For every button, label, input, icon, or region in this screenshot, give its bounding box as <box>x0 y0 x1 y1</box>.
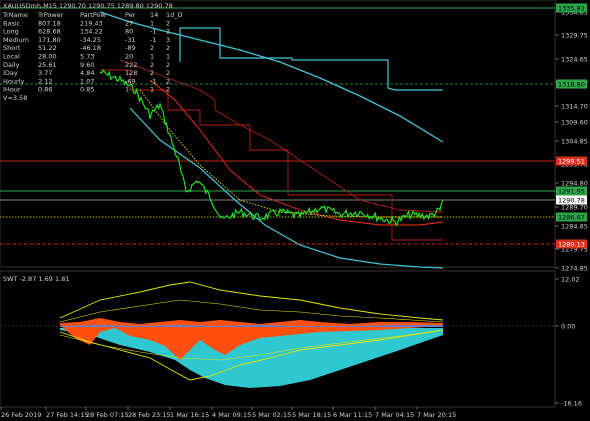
table-cell: 1 <box>150 53 154 61</box>
table-cell: 25.61 <box>38 61 57 69</box>
table-cell: 5.73 <box>80 53 94 61</box>
table-cell: 2 <box>150 69 154 77</box>
table-cell: Short <box>3 44 21 52</box>
table-cell: 1.07 <box>80 77 94 85</box>
table-cell: 28.00 <box>38 53 57 61</box>
table-cell: 2 <box>166 44 170 52</box>
time-tick-label: 26 Feb 2019 <box>1 411 41 419</box>
price-label: 1335.82 <box>558 4 585 12</box>
table-cell: IHour <box>3 86 21 94</box>
table-cell: 4.84 <box>80 69 94 77</box>
time-tick-label: 1 Mar 16:15 <box>170 411 209 419</box>
table-cell: Hourly <box>3 77 24 85</box>
table-cell: Local <box>3 53 20 61</box>
table-cell: 628.68 <box>38 28 61 36</box>
table-cell: 2 <box>166 19 170 27</box>
symbol-header: XAUUSDmh,M15 1290.70 1290.75 1289.80 129… <box>3 2 173 10</box>
table-cell: IDay <box>3 69 18 77</box>
table-cell: 51.22 <box>38 44 57 52</box>
table-cell: 3.77 <box>38 69 52 77</box>
table-cell: 2 <box>166 86 170 94</box>
price-tick-label: 1309.60 <box>561 118 588 126</box>
table-cell: 27 <box>125 19 133 27</box>
table-cell: 20 <box>125 53 133 61</box>
table-cell: 2 <box>150 44 154 52</box>
table-cell: 1 <box>166 53 170 61</box>
time-tick-label: 4 Mar 09:15 <box>212 411 251 419</box>
table-cell: 2 <box>166 61 170 69</box>
price-label: 1286.67 <box>558 213 585 221</box>
time-tick-label: 5 Mar 18:15 <box>292 411 331 419</box>
table-cell: 2 <box>166 69 170 77</box>
table-cell: Long <box>3 28 19 36</box>
price-chart-panel[interactable]: XAUUSDmh,M15 1290.70 1290.75 1289.80 129… <box>0 0 556 269</box>
time-tick-label: 28 Feb 23:15 <box>128 411 171 419</box>
table-cell: 219.43 <box>80 19 103 27</box>
indicator-label: SWT -2.87 1.69 1.81 <box>3 275 70 283</box>
indicator-panel[interactable]: SWT -2.87 1.69 1.81 <box>0 270 556 408</box>
price-tick-label: 1284.85 <box>561 222 588 230</box>
table-header-5: 1d_D <box>166 11 183 19</box>
price-label: 1318.80 <box>558 80 585 88</box>
table-cell: -1 <box>150 28 156 36</box>
table-cell: 128 <box>125 69 137 77</box>
price-tick-label: 1329.75 <box>561 31 588 39</box>
table-header-0: TrName <box>2 11 28 19</box>
price-tick-label: 1314.70 <box>561 102 588 110</box>
table-header-2: PartPow <box>80 11 106 19</box>
table-header-1: TrPower <box>37 11 64 19</box>
table-cell: -1 <box>150 77 156 85</box>
time-axis: 26 Feb 2019 27 Feb 14:1528 Feb 07:15 28 Fe… <box>0 407 456 419</box>
time-tick-label: 6 Mar 11:15 <box>333 411 372 419</box>
table-cell: 1 <box>125 86 129 94</box>
table-cell: -89 <box>125 44 136 52</box>
table-cell: 1 <box>150 86 154 94</box>
table-header-4: 14 <box>150 11 158 19</box>
table-footer: V=3.58 <box>3 94 27 102</box>
table-cell: 2 <box>166 28 170 36</box>
indicator-tick-label: 12.02 <box>561 275 580 283</box>
price-tick-label: 1274.85 <box>561 264 588 272</box>
price-tick-label: 1304.85 <box>561 137 588 145</box>
table-cell: 171.80 <box>38 36 61 44</box>
table-cell: 222 <box>125 61 137 69</box>
time-tick-label: 27 Feb 14:15 <box>46 411 89 419</box>
table-header-3: Per <box>125 11 136 19</box>
table-cell: -34.25 <box>80 36 101 44</box>
table-cell: 0.86 <box>38 86 52 94</box>
table-cell: -1 <box>150 36 156 44</box>
table-cell: -31 <box>125 36 136 44</box>
price-label: 1291.95 <box>558 187 585 195</box>
price-label: 1299.51 <box>558 157 585 165</box>
chart-window[interactable]: XAUUSDmh,M15 1290.70 1290.75 1289.80 129… <box>0 0 590 421</box>
table-cell: Daily <box>3 61 20 69</box>
table-cell: 2 <box>150 61 154 69</box>
table-cell: 2.12 <box>38 77 52 85</box>
price-tick-label: 1294.80 <box>561 179 588 187</box>
table-cell: 2 <box>166 77 170 85</box>
table-cell: 134.22 <box>80 28 103 36</box>
time-tick-label: 28 Feb 07:15 <box>86 411 129 419</box>
price-axis: 1334.851329.751324.651319.801314.701309.… <box>555 3 588 272</box>
table-cell: 80 <box>125 28 133 36</box>
indicator-axis: 12.02 0.00 -16.16 <box>555 275 582 407</box>
table-cell: 1 <box>150 19 154 27</box>
price-tick-label: 1324.65 <box>561 55 588 63</box>
table-cell: 0.85 <box>80 86 94 94</box>
indicator-tick-label: -16.16 <box>561 399 582 407</box>
table-cell: -46.18 <box>80 44 101 52</box>
time-tick-label: 5 Mar 02:15 <box>252 411 291 419</box>
table-cell: 807.18 <box>38 19 61 27</box>
time-tick-label: 7 Mar 20:15 <box>417 411 456 419</box>
table-cell: -69 <box>125 77 136 85</box>
table-cell: Medium <box>3 36 29 44</box>
table-cell: Basic <box>3 19 21 27</box>
price-label: 1280.13 <box>558 240 585 248</box>
price-label: 1290.78 <box>558 196 585 204</box>
time-tick-label: 7 Mar 04:15 <box>375 411 414 419</box>
table-cell: 3 <box>166 36 170 44</box>
table-cell: 9.60 <box>80 61 94 69</box>
indicator-tick-label: 0.00 <box>561 322 575 330</box>
